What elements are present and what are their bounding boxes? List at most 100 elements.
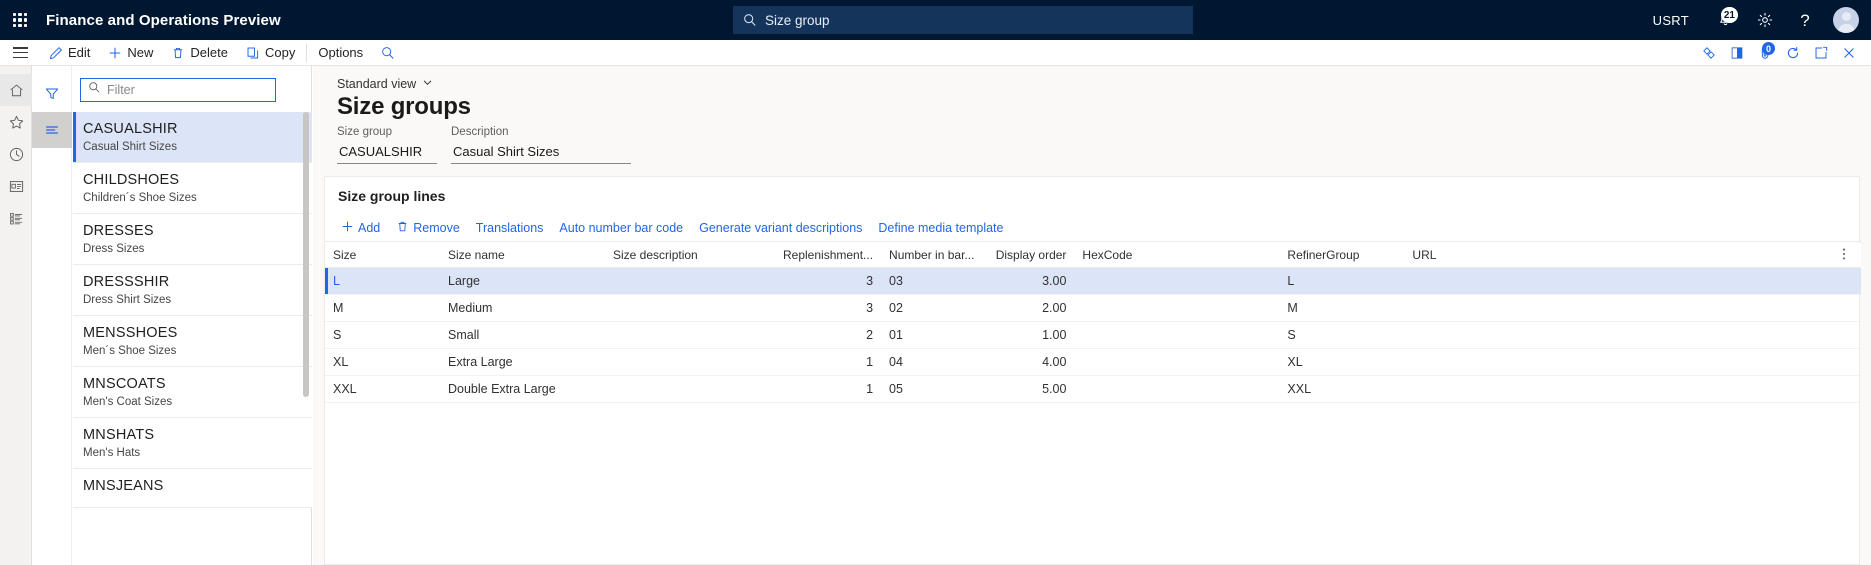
cell-size-name[interactable]: Extra Large [440,348,605,375]
cell-size[interactable]: XL [325,348,440,375]
table-row[interactable]: S Small 2 01 1.00 S [325,321,1861,348]
list-scrollbar-thumb[interactable] [303,112,309,397]
size-group-field-value[interactable]: CASUALSHIR [337,142,437,164]
relationships-icon[interactable] [1695,40,1723,66]
table-row[interactable]: XL Extra Large 1 04 4.00 XL [325,348,1861,375]
column-header-display-order[interactable]: Display order [982,243,1074,267]
cell-hexcode[interactable] [1074,375,1279,402]
cell-hexcode[interactable] [1074,348,1279,375]
hamburger-menu-icon[interactable] [0,40,40,66]
table-row[interactable]: XXL Double Extra Large 1 05 5.00 XXL [325,375,1861,402]
cell-replenishment[interactable]: 2 [775,321,881,348]
delete-button[interactable]: Delete [162,40,237,66]
app-launcher-icon[interactable] [0,0,40,40]
list-item[interactable]: MNSHATS Men's Hats [73,418,312,469]
cell-size[interactable]: S [325,321,440,348]
company-indicator[interactable]: USRT [1653,13,1689,28]
cell-size-name[interactable]: Double Extra Large [440,375,605,402]
cell-number-in-bar[interactable]: 01 [881,321,982,348]
cell-size[interactable]: XXL [325,375,440,402]
cell-refiner-group[interactable]: XL [1279,348,1404,375]
cell-display-order[interactable]: 4.00 [982,348,1074,375]
column-header-number-in-bar[interactable]: Number in bar... [881,243,982,267]
cell-size-name[interactable]: Small [440,321,605,348]
cell-size[interactable]: L [325,267,440,294]
cell-replenishment[interactable]: 3 [775,294,881,321]
gear-icon[interactable] [1745,0,1785,40]
copy-button[interactable]: Copy [237,40,304,66]
cell-display-order[interactable]: 3.00 [982,267,1074,294]
list-item[interactable]: MNSJEANS [73,469,312,508]
cell-size-description[interactable] [605,375,775,402]
close-icon[interactable] [1835,40,1863,66]
add-line-button[interactable]: Add [333,216,388,240]
list-item[interactable]: MENSSHOES Men´s Shoe Sizes [73,316,312,367]
split-view-icon[interactable] [1723,40,1751,66]
list-item[interactable]: CASUALSHIR Casual Shirt Sizes [73,112,312,163]
workspaces-icon[interactable] [0,170,32,202]
define-media-template-button[interactable]: Define media template [870,216,1011,240]
table-row[interactable]: M Medium 3 02 2.00 M [325,294,1861,321]
global-search-input[interactable]: Size group [733,6,1193,34]
column-header-replenishment[interactable]: Replenishment... [775,243,881,267]
cell-hexcode[interactable] [1074,321,1279,348]
edit-button[interactable]: Edit [40,40,99,66]
cell-replenishment[interactable]: 3 [775,267,881,294]
refresh-icon[interactable] [1779,40,1807,66]
column-header-size[interactable]: Size [325,243,440,267]
cell-url[interactable] [1404,267,1861,294]
cell-number-in-bar[interactable]: 04 [881,348,982,375]
table-row[interactable]: L Large 3 03 3.00 L [325,267,1861,294]
list-item[interactable]: CHILDSHOES Children´s Shoe Sizes [73,163,312,214]
command-search-icon[interactable] [372,40,404,66]
recent-clock-icon[interactable] [0,138,32,170]
cell-size-description[interactable] [605,294,775,321]
column-header-size-name[interactable]: Size name [440,243,605,267]
cell-url[interactable] [1404,321,1861,348]
filter-input[interactable]: Filter [80,78,276,102]
cell-refiner-group[interactable]: L [1279,267,1404,294]
filter-funnel-icon[interactable] [32,76,72,112]
cell-refiner-group[interactable]: S [1279,321,1404,348]
cell-number-in-bar[interactable]: 02 [881,294,982,321]
column-header-hexcode[interactable]: HexCode [1074,243,1279,267]
translations-button[interactable]: Translations [468,216,552,240]
column-header-url[interactable]: URL [1404,243,1861,267]
user-avatar[interactable] [1833,7,1859,33]
auto-number-bar-code-button[interactable]: Auto number bar code [551,216,691,240]
favorites-star-icon[interactable] [0,106,32,138]
list-item[interactable]: DRESSSHIR Dress Shirt Sizes [73,265,312,316]
cell-display-order[interactable]: 2.00 [982,294,1074,321]
records-list[interactable]: CASUALSHIR Casual Shirt Sizes CHILDSHOES… [73,112,312,565]
new-button[interactable]: New [99,40,162,66]
cell-url[interactable] [1404,375,1861,402]
list-item[interactable]: MNSCOATS Men's Coat Sizes [73,367,312,418]
modules-list-icon[interactable] [0,202,32,234]
options-button[interactable]: Options [309,40,372,66]
cell-replenishment[interactable]: 1 [775,375,881,402]
remove-line-button[interactable]: Remove [388,216,468,240]
open-in-new-window-icon[interactable] [1807,40,1835,66]
cell-number-in-bar[interactable]: 05 [881,375,982,402]
cell-hexcode[interactable] [1074,267,1279,294]
cell-display-order[interactable]: 1.00 [982,321,1074,348]
view-selector[interactable]: Standard view [337,77,433,91]
column-header-refiner-group[interactable]: RefinerGroup [1279,243,1404,267]
bell-icon[interactable]: 21 [1705,0,1745,40]
list-item[interactable]: DRESSES Dress Sizes [73,214,312,265]
cell-display-order[interactable]: 5.00 [982,375,1074,402]
cell-size[interactable]: M [325,294,440,321]
cell-url[interactable] [1404,294,1861,321]
cell-refiner-group[interactable]: M [1279,294,1404,321]
more-options-icon[interactable] [1837,247,1851,266]
list-lines-icon[interactable] [32,112,72,148]
cell-size-name[interactable]: Medium [440,294,605,321]
generate-variant-descriptions-button[interactable]: Generate variant descriptions [691,216,870,240]
cell-size-description[interactable] [605,321,775,348]
cell-hexcode[interactable] [1074,294,1279,321]
description-field-value[interactable]: Casual Shirt Sizes [451,142,631,164]
cell-size-description[interactable] [605,267,775,294]
cell-url[interactable] [1404,348,1861,375]
cell-size-name[interactable]: Large [440,267,605,294]
cell-refiner-group[interactable]: XXL [1279,375,1404,402]
